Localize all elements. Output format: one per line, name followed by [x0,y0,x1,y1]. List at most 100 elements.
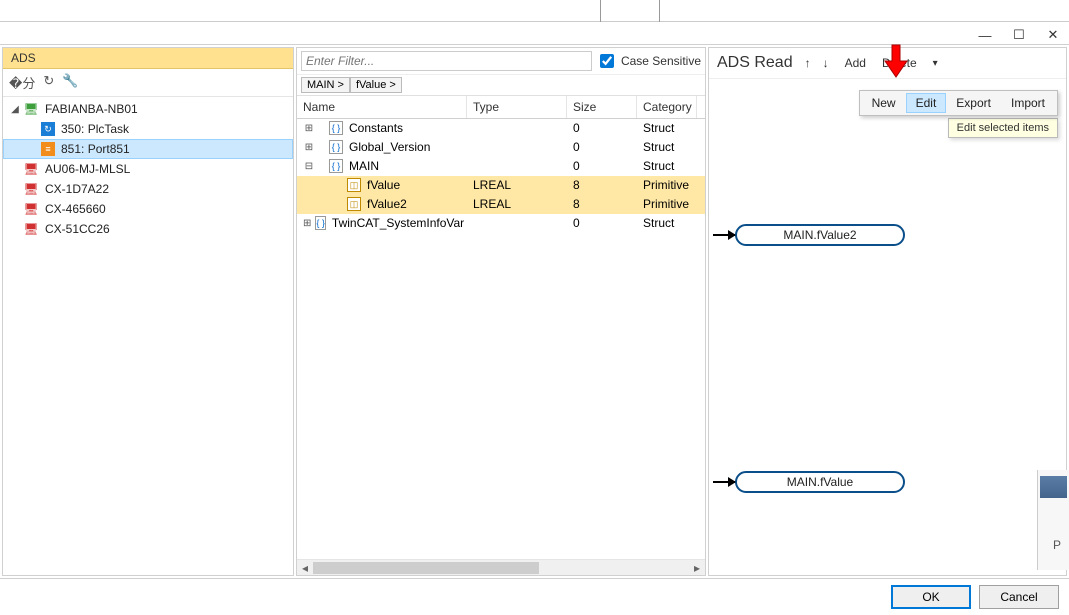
close-button[interactable]: ✕ [1043,25,1063,45]
main-area: ADS �分 ↻ 🔧 ◢FABIANBA-NB01 350: PlcTask 851… [0,45,1069,578]
tree-item-label: 350: PlcTask [57,122,129,136]
row-type [467,146,567,148]
reorder-arrows: ↑ ↓ [801,56,833,70]
expand-caret-icon[interactable]: ⊟ [303,161,315,172]
move-up-button[interactable]: ↑ [801,56,815,70]
tree-caret-icon[interactable]: ◢ [9,104,21,115]
tree-item-port[interactable]: 851: Port851 [3,139,293,159]
flow-input-arrow-icon [713,234,735,236]
decorative-lines [600,0,660,22]
row-type [467,127,567,129]
right-canvas[interactable]: MAIN.fValue2 MAIN.fValue [709,79,1066,575]
plc-task-icon [41,122,55,136]
scroll-right-icon[interactable]: ▸ [689,561,705,575]
row-category: Struct [637,139,697,155]
row-size: 0 [567,158,637,174]
annotation-red-arrow-icon [882,43,910,81]
flow-node[interactable]: MAIN.fValue [713,471,905,493]
filter-input[interactable] [301,51,592,71]
tooltip: Edit selected items [948,118,1058,138]
scroll-left-icon[interactable]: ◂ [297,561,313,575]
wrench-icon[interactable]: 🔧 [62,73,78,92]
col-name[interactable]: Name [297,96,467,118]
menu-item-new[interactable]: New [862,93,906,113]
cancel-button[interactable]: Cancel [979,585,1059,609]
case-sensitive-checkbox[interactable]: Case Sensitive [596,51,701,71]
ok-button[interactable]: OK [891,585,971,609]
col-size[interactable]: Size [567,96,637,118]
struct-icon [315,216,326,230]
monitor-red-icon [23,181,39,197]
horizontal-scrollbar[interactable]: ◂ ▸ [297,559,705,575]
table-row[interactable]: ⊞Constants0Struct [297,119,705,138]
primitive-icon [347,197,361,211]
flow-node-label: MAIN.fValue2 [735,224,905,246]
filter-row: Case Sensitive [297,48,705,75]
decorative-bar [1040,476,1067,498]
port-icon [41,142,55,156]
tree-item-cx5[interactable]: CX-51CC26 [3,219,293,239]
table-row[interactable]: ⊞TwinCAT_SystemInfoVar0Struct [297,214,705,233]
table-row[interactable]: ⊟MAIN0Struct [297,157,705,176]
flow-input-arrow-icon [713,481,735,483]
expand-caret-icon[interactable]: ⊞ [303,218,311,229]
flow-node[interactable]: MAIN.fValue2 [713,224,905,246]
col-type[interactable]: Type [467,96,567,118]
row-name: TwinCAT_SystemInfoVar [328,216,464,230]
dropdown-icon[interactable]: ▾ [929,58,942,69]
row-category: Struct [637,120,697,136]
tree-item-plc[interactable]: 350: PlcTask [3,119,293,139]
tree-item-cx1[interactable]: CX-1D7A22 [3,179,293,199]
table-body[interactable]: ⊞Constants0Struct⊞Global_Version0Struct⊟… [297,119,705,233]
right-panel: ADS Read ↑ ↓ Add Delete ▾ MAIN.fValue2MA… [708,47,1067,576]
row-category: Primitive [637,177,697,193]
sitemap-icon[interactable]: �分 [9,73,35,92]
scroll-thumb[interactable] [313,562,539,574]
maximize-button[interactable]: ☐ [1009,25,1029,45]
table-header[interactable]: Name Type Size Category [297,96,705,119]
tree-item-root1[interactable]: ◢FABIANBA-NB01 [3,99,293,119]
row-type [467,165,567,167]
case-sensitive-box[interactable] [600,54,614,68]
table-row[interactable]: fValue2LREAL8Primitive [297,195,705,214]
left-panel-title: ADS [3,48,293,69]
tree-item-label: AU06-MJ-MLSL [41,162,130,176]
move-down-button[interactable]: ↓ [819,56,833,70]
table-row[interactable]: ⊞Global_Version0Struct [297,138,705,157]
row-size: 0 [567,139,637,155]
minimize-button[interactable]: — [975,25,995,45]
crumb-1[interactable]: fValue > [350,77,402,93]
context-menu[interactable]: NewEditExportImport [859,90,1058,116]
dialog-button-bar: OK Cancel [0,578,1069,615]
center-panel: Case Sensitive MAIN >fValue > Name Type … [296,47,706,576]
flow-node-label: MAIN.fValue [735,471,905,493]
tree-item-cx4[interactable]: CX-465660 [3,199,293,219]
menu-item-import[interactable]: Import [1001,93,1055,113]
struct-icon [329,140,343,154]
dialog-window: ADS �分 ↻ 🔧 ◢FABIANBA-NB01 350: PlcTask 851… [0,44,1069,615]
menu-item-export[interactable]: Export [946,93,1001,113]
tree-item-label: CX-51CC26 [41,222,110,236]
row-size: 0 [567,215,637,231]
row-name: fValue2 [363,197,407,211]
monitor-red-icon [23,161,39,177]
monitor-red-icon [23,201,39,217]
left-panel-toolbar: �分 ↻ 🔧 [3,69,293,97]
truncated-side-region: P [1037,470,1069,570]
struct-icon [329,121,343,135]
expand-caret-icon[interactable]: ⊞ [303,123,315,134]
truncated-letter: P [1053,538,1061,552]
row-type [467,222,567,224]
refresh-icon[interactable]: ↻ [43,73,54,92]
menu-item-edit[interactable]: Edit [906,93,947,113]
scroll-track[interactable] [313,562,689,574]
breadcrumb[interactable]: MAIN >fValue > [297,75,705,96]
primitive-icon [347,178,361,192]
tree-item-au06[interactable]: AU06-MJ-MLSL [3,159,293,179]
col-category[interactable]: Category [637,96,697,118]
expand-caret-icon[interactable]: ⊞ [303,142,315,153]
crumb-0[interactable]: MAIN > [301,77,350,93]
device-tree[interactable]: ◢FABIANBA-NB01 350: PlcTask 851: Port851 AU… [3,97,293,575]
table-row[interactable]: fValueLREAL8Primitive [297,176,705,195]
add-button[interactable]: Add [841,56,870,70]
